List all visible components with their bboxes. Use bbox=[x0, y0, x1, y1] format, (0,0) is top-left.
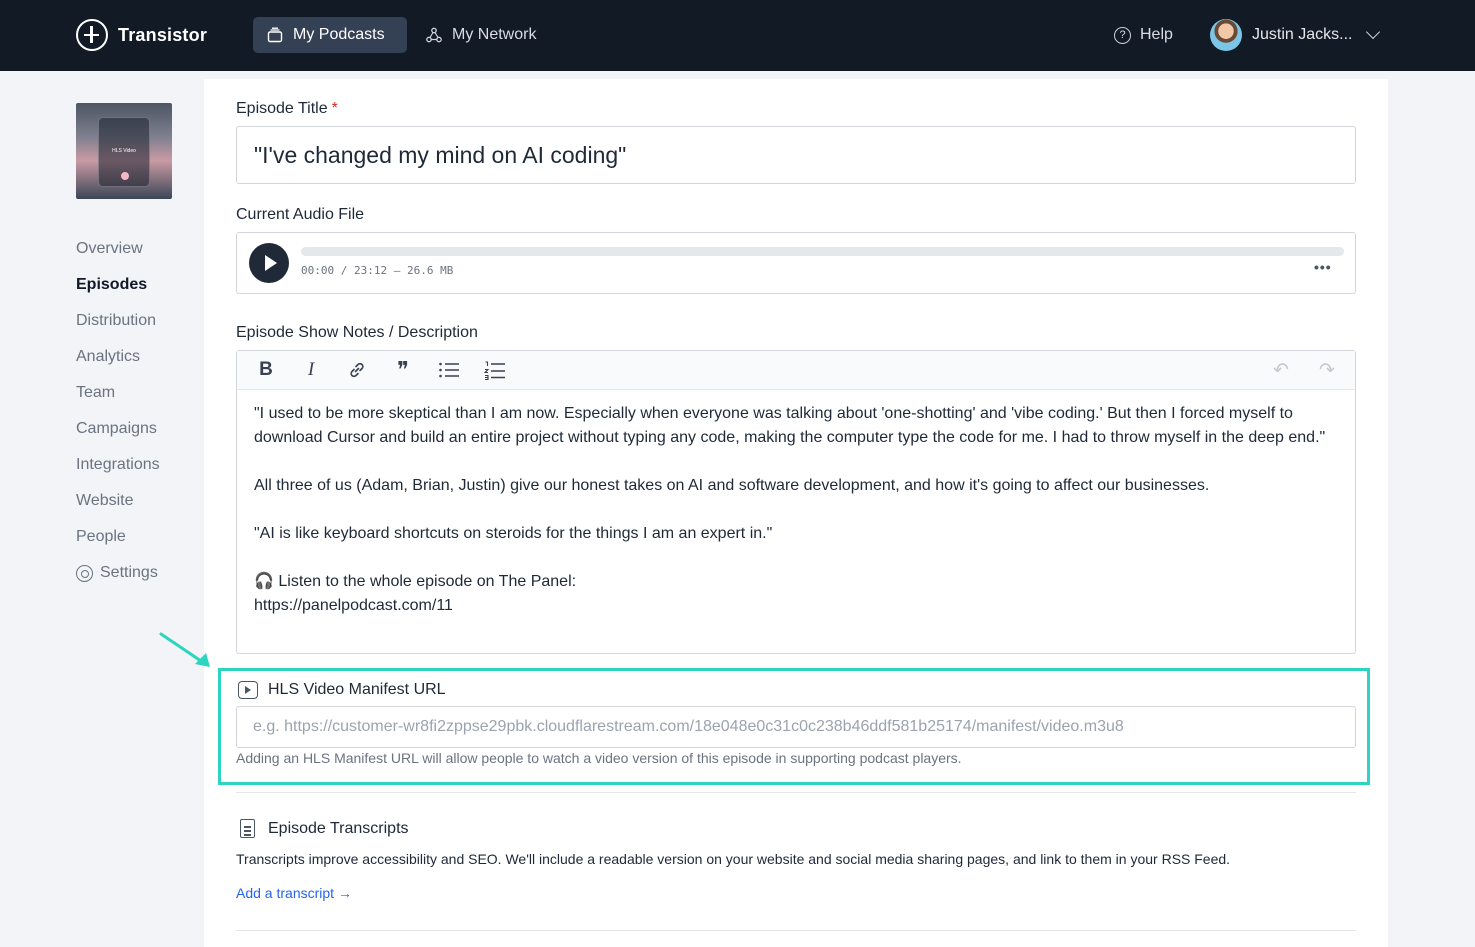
undo-button[interactable]: ↶ bbox=[1268, 359, 1294, 381]
help-label: Help bbox=[1140, 26, 1173, 43]
podcast-cover-art[interactable]: HLS Video bbox=[76, 103, 172, 199]
sidebar-item-overview[interactable]: Overview bbox=[76, 231, 196, 267]
show-notes-content[interactable]: "I used to be more skeptical than I am n… bbox=[254, 402, 1344, 618]
numbered-list-icon bbox=[484, 361, 505, 380]
audio-player: 00:00 / 23:12 — 26.6 MB ••• bbox=[236, 232, 1356, 294]
sidebar-item-label: Team bbox=[76, 384, 116, 401]
sidebar-item-campaigns[interactable]: Campaigns bbox=[76, 411, 196, 447]
sidebar-item-settings[interactable]: Settings bbox=[76, 555, 196, 591]
notes-paragraph: 🎧 Listen to the whole episode on The Pan… bbox=[254, 573, 577, 590]
sidebar-item-label: Distribution bbox=[76, 312, 157, 329]
network-icon bbox=[426, 27, 442, 43]
sidebar-item-label: People bbox=[76, 528, 126, 545]
sidebar-item-episodes[interactable]: Episodes bbox=[76, 267, 196, 303]
hls-url-input[interactable] bbox=[236, 706, 1356, 748]
cover-title: HLS Video bbox=[112, 148, 136, 154]
sidebar: Overview Episodes Distribution Analytics… bbox=[76, 231, 196, 591]
brand-logo[interactable]: Transistor bbox=[76, 19, 207, 51]
highlight-arrow-icon bbox=[159, 632, 210, 667]
sidebar-item-label: Episodes bbox=[76, 276, 148, 293]
audio-progress-bar[interactable] bbox=[301, 247, 1344, 256]
link-button[interactable] bbox=[344, 359, 370, 381]
sidebar-item-distribution[interactable]: Distribution bbox=[76, 303, 196, 339]
user-menu[interactable]: Justin Jacks... bbox=[1210, 19, 1381, 51]
transistor-logo-icon bbox=[76, 19, 108, 51]
bullet-list-icon bbox=[439, 362, 459, 378]
required-asterisk: * bbox=[331, 100, 338, 117]
help-link[interactable]: ? Help bbox=[1114, 25, 1173, 45]
sidebar-item-label: Campaigns bbox=[76, 420, 157, 437]
notes-link[interactable]: https://panelpodcast.com/11 bbox=[254, 594, 1344, 618]
bold-button[interactable]: B bbox=[253, 359, 279, 381]
italic-button[interactable]: I bbox=[298, 359, 324, 381]
video-play-icon bbox=[238, 681, 258, 699]
sidebar-item-label: Settings bbox=[100, 564, 158, 581]
transcripts-label: Episode Transcripts bbox=[268, 820, 409, 837]
sidebar-item-website[interactable]: Website bbox=[76, 483, 196, 519]
notes-paragraph: "I used to be more skeptical than I am n… bbox=[254, 405, 1326, 446]
more-options-icon[interactable]: ••• bbox=[1314, 259, 1332, 275]
nav-my-podcasts[interactable]: My Podcasts bbox=[253, 17, 407, 53]
link-icon bbox=[350, 362, 364, 378]
sidebar-item-label: Overview bbox=[76, 240, 143, 257]
show-notes-label: Episode Show Notes / Description bbox=[236, 324, 478, 341]
show-notes-editor: B I ❞ ↶ ↷ "I used to be more skeptical t… bbox=[236, 350, 1356, 654]
document-icon bbox=[240, 819, 255, 838]
notes-paragraph: "AI is like keyboard shortcuts on steroi… bbox=[254, 525, 773, 542]
sidebar-item-integrations[interactable]: Integrations bbox=[76, 447, 196, 483]
section-divider bbox=[236, 792, 1356, 793]
sidebar-item-analytics[interactable]: Analytics bbox=[76, 339, 196, 375]
sidebar-item-people[interactable]: People bbox=[76, 519, 196, 555]
podcasts-icon bbox=[267, 27, 283, 43]
add-transcript-link[interactable]: Add a transcript → bbox=[236, 885, 352, 901]
top-navigation-bar: Transistor My Podcasts My Network ? Help… bbox=[0, 0, 1475, 71]
audio-time-size: 00:00 / 23:12 — 26.6 MB bbox=[301, 264, 454, 277]
chevron-down-icon bbox=[1366, 24, 1381, 40]
nav-my-podcasts-label: My Podcasts bbox=[293, 26, 385, 43]
redo-button[interactable]: ↷ bbox=[1314, 359, 1340, 381]
section-divider bbox=[236, 930, 1356, 931]
gear-icon bbox=[76, 564, 93, 582]
hls-label: HLS Video Manifest URL bbox=[268, 681, 446, 698]
cover-play-dot bbox=[121, 172, 129, 180]
bullet-list-button[interactable] bbox=[436, 359, 462, 381]
numbered-list-button[interactable] bbox=[482, 359, 508, 381]
nav-my-network[interactable]: My Network bbox=[412, 17, 550, 53]
nav-my-network-label: My Network bbox=[452, 26, 537, 43]
help-icon: ? bbox=[1114, 26, 1131, 44]
sidebar-item-team[interactable]: Team bbox=[76, 375, 196, 411]
episode-title-input[interactable]: "I've changed my mind on AI coding" bbox=[236, 126, 1356, 184]
user-name: Justin Jacks... bbox=[1252, 26, 1353, 43]
episode-title-label: Episode Title * bbox=[236, 100, 338, 118]
sidebar-item-label: Analytics bbox=[76, 348, 141, 365]
transcripts-description: Transcripts improve accessibility and SE… bbox=[236, 851, 1231, 867]
brand-name: Transistor bbox=[118, 24, 208, 45]
notes-paragraph: All three of us (Adam, Brian, Justin) gi… bbox=[254, 477, 1210, 494]
editor-toolbar: B I ❞ ↶ ↷ bbox=[237, 351, 1355, 390]
quote-button[interactable]: ❞ bbox=[390, 357, 416, 382]
hls-help-text: Adding an HLS Manifest URL will allow pe… bbox=[236, 750, 962, 766]
cover-card: HLS Video bbox=[98, 117, 150, 187]
sidebar-item-label: Website bbox=[76, 492, 134, 509]
play-button[interactable] bbox=[249, 243, 289, 283]
audio-file-label: Current Audio File bbox=[236, 206, 365, 223]
sidebar-item-label: Integrations bbox=[76, 456, 160, 473]
episode-title-label-text: Episode Title bbox=[236, 100, 328, 117]
avatar bbox=[1210, 19, 1242, 51]
